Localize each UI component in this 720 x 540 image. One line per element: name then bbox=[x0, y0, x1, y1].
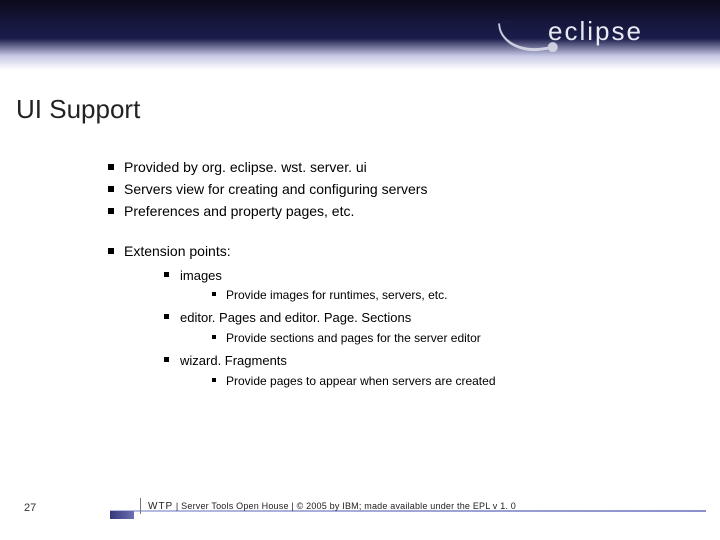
footer-rest: | Server Tools Open House | © 2005 by IB… bbox=[173, 501, 516, 511]
footer-separator bbox=[140, 498, 141, 514]
eclipse-wordmark: eclipse bbox=[548, 16, 643, 47]
eclipse-swirl-icon bbox=[498, 17, 550, 56]
eclipse-logo: eclipse bbox=[500, 6, 700, 62]
bullet-item: Provide sections and pages for the serve… bbox=[212, 330, 680, 346]
bullet-item: Provide pages to appear when servers are… bbox=[212, 373, 680, 389]
bullet-item: Provided by org. eclipse. wst. server. u… bbox=[108, 158, 680, 177]
footer-wtp: WTP bbox=[148, 501, 173, 512]
footer-text: WTP | Server Tools Open House | © 2005 b… bbox=[148, 501, 516, 512]
page-number: 27 bbox=[24, 502, 36, 514]
footer-accent-bar bbox=[110, 511, 134, 519]
bullet-item: Extension points: images Provide images … bbox=[108, 242, 680, 389]
bullet-item: wizard. Fragments Provide pages to appea… bbox=[164, 352, 680, 389]
bullet-item: Provide images for runtimes, servers, et… bbox=[212, 287, 680, 303]
bullet-item: images Provide images for runtimes, serv… bbox=[164, 267, 680, 304]
bullet-item: Servers view for creating and configurin… bbox=[108, 180, 680, 199]
bullet-text: Extension points: bbox=[124, 243, 231, 259]
slide-title: UI Support bbox=[16, 94, 140, 125]
bullet-text: images bbox=[180, 268, 222, 283]
bullet-text: wizard. Fragments bbox=[180, 353, 287, 368]
slide-footer: 27 WTP | Server Tools Open House | © 200… bbox=[0, 492, 720, 522]
slide-content: Provided by org. eclipse. wst. server. u… bbox=[108, 158, 680, 395]
bullet-item: editor. Pages and editor. Page. Sections… bbox=[164, 309, 680, 346]
bullet-text: editor. Pages and editor. Page. Sections bbox=[180, 310, 411, 325]
bullet-item: Preferences and property pages, etc. bbox=[108, 202, 680, 221]
